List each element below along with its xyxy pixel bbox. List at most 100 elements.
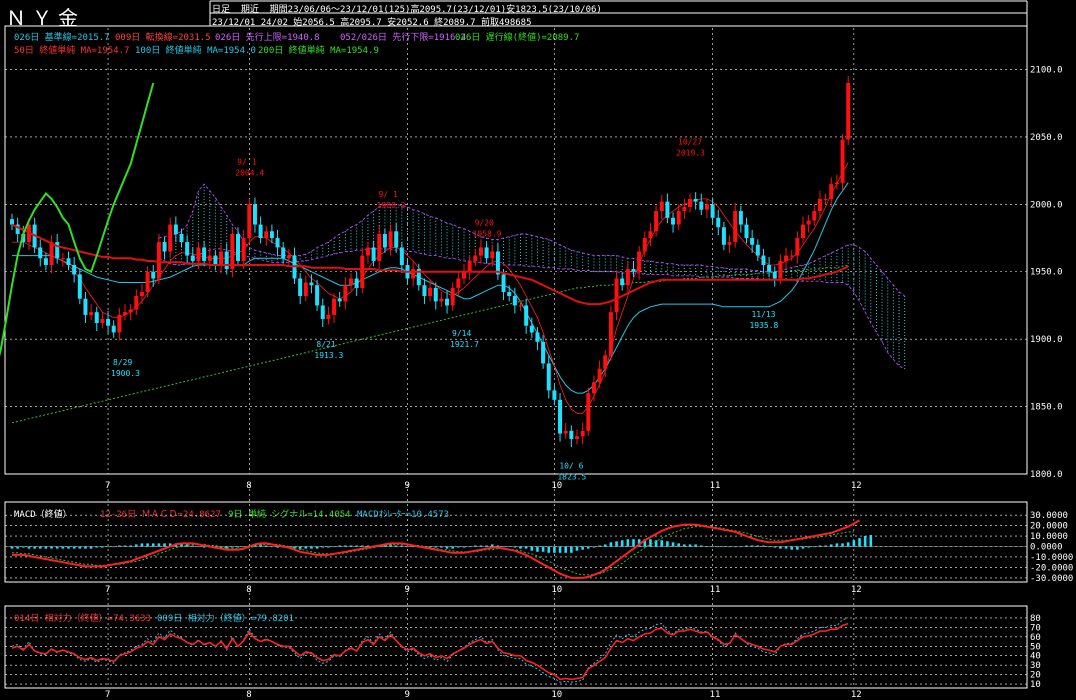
macd-histogram-bar <box>106 546 110 548</box>
candle-body <box>433 287 438 302</box>
macd-histogram-bar <box>835 543 839 547</box>
candle-body <box>320 305 325 319</box>
chikou-line <box>0 82 155 357</box>
macd-histogram-bar <box>846 542 850 547</box>
candle-body <box>755 244 760 256</box>
macd-histogram-bar <box>813 546 816 548</box>
extreme-date-label: 8/21 <box>316 340 335 349</box>
macd-histogram-bar <box>587 546 590 549</box>
candle-body <box>315 285 320 306</box>
macd-histogram-bar <box>722 546 726 548</box>
macd-histogram-bar <box>801 546 805 549</box>
macd-histogram-bar <box>649 539 652 547</box>
macd-histogram-bar <box>502 546 505 548</box>
candle-body <box>541 341 546 364</box>
candle-body <box>281 247 286 259</box>
macd-histogram-bar <box>366 545 370 547</box>
candle-body <box>168 224 173 252</box>
candle-body <box>309 282 314 286</box>
macd-signal-line <box>12 526 854 576</box>
candle-body <box>139 291 144 297</box>
candle-body <box>490 251 495 259</box>
x-tick-label: 12 <box>851 690 862 700</box>
candle-body <box>343 285 348 302</box>
macd-histogram-bar <box>869 535 873 547</box>
candle-body <box>563 430 568 434</box>
macd-histogram-bar <box>603 544 607 547</box>
macd-histogram-bar <box>524 546 528 549</box>
candle-body <box>388 231 393 248</box>
candle-body <box>840 139 845 183</box>
candle-body <box>529 325 534 333</box>
macd-histogram-bar <box>598 545 601 547</box>
macd-histogram-bar <box>773 546 777 548</box>
macd-histogram-bar <box>146 543 149 547</box>
candle-body <box>761 255 766 265</box>
candle-body <box>733 211 738 243</box>
x-tick-label: 9 <box>405 481 410 491</box>
candle-body <box>501 274 506 292</box>
candle-body <box>365 247 370 256</box>
candle-body <box>275 238 280 248</box>
macd-histogram-bar <box>660 540 664 547</box>
candle-body <box>575 436 579 439</box>
macd-ytick-label: 0.0000 <box>1030 543 1063 553</box>
candle-body <box>89 312 94 315</box>
price-ytick-label: 2000.0 <box>1030 200 1063 210</box>
candle-body <box>337 298 342 302</box>
price-ytick-label: 1800.0 <box>1030 470 1063 480</box>
macd-histogram-bar <box>72 546 76 549</box>
macd-histogram-bar <box>394 545 398 547</box>
macd-histogram-bar <box>507 546 511 548</box>
candle-body <box>128 309 133 313</box>
x-tick-label: 11 <box>710 690 721 700</box>
candle-body <box>603 355 608 369</box>
macd-histogram-bar <box>38 546 42 549</box>
macd-histogram-bar <box>270 546 274 548</box>
price-ytick-label: 2100.0 <box>1030 65 1063 75</box>
macd-histogram-bar <box>236 546 240 548</box>
candle-body <box>202 247 207 261</box>
macd-histogram-bar <box>10 546 14 549</box>
candle-body <box>38 247 43 259</box>
candle-body <box>422 285 427 297</box>
grid-lines <box>5 28 1027 686</box>
extreme-date-label: 9/20 <box>475 219 494 228</box>
candle-body <box>727 242 732 245</box>
panel-frames <box>4 0 1028 689</box>
macd-histogram-bar <box>310 546 313 549</box>
macd-histogram-bar <box>733 546 737 548</box>
extreme-date-label: 10/ 6 <box>559 461 583 470</box>
macd-histogram-bar <box>474 545 477 547</box>
macd-histogram-bar <box>89 546 93 549</box>
candle-body <box>43 258 48 265</box>
candle-body <box>823 198 828 200</box>
macd-histogram-bar <box>327 546 330 548</box>
candle-body <box>134 296 139 310</box>
macd-histogram-bar <box>490 544 494 547</box>
price-ytick-label: 1900.0 <box>1030 335 1063 345</box>
x-tick-label: 12 <box>851 585 862 595</box>
macd-histogram-bar <box>462 546 466 548</box>
candle-body <box>817 198 822 212</box>
candle-body <box>377 233 382 261</box>
candle-body <box>462 271 466 279</box>
candle-body <box>688 198 692 208</box>
macd-histogram-bar <box>671 542 675 547</box>
macd-histogram-bar <box>739 546 743 548</box>
macd-histogram-bar <box>33 546 36 549</box>
candle-body <box>795 238 800 256</box>
candle-body <box>721 227 726 245</box>
macd-histogram-bar <box>123 545 127 547</box>
macd-histogram-bar <box>78 546 82 549</box>
macd-histogram-bar <box>440 546 443 548</box>
candle-body <box>716 217 721 228</box>
macd-histogram-bar <box>762 545 765 547</box>
candle-body <box>145 271 150 292</box>
candle-body <box>66 258 71 265</box>
candle-body <box>682 207 687 212</box>
candle-body <box>484 247 489 259</box>
candle-body <box>467 260 472 272</box>
candle-body <box>535 332 540 342</box>
candle-body <box>750 238 755 245</box>
